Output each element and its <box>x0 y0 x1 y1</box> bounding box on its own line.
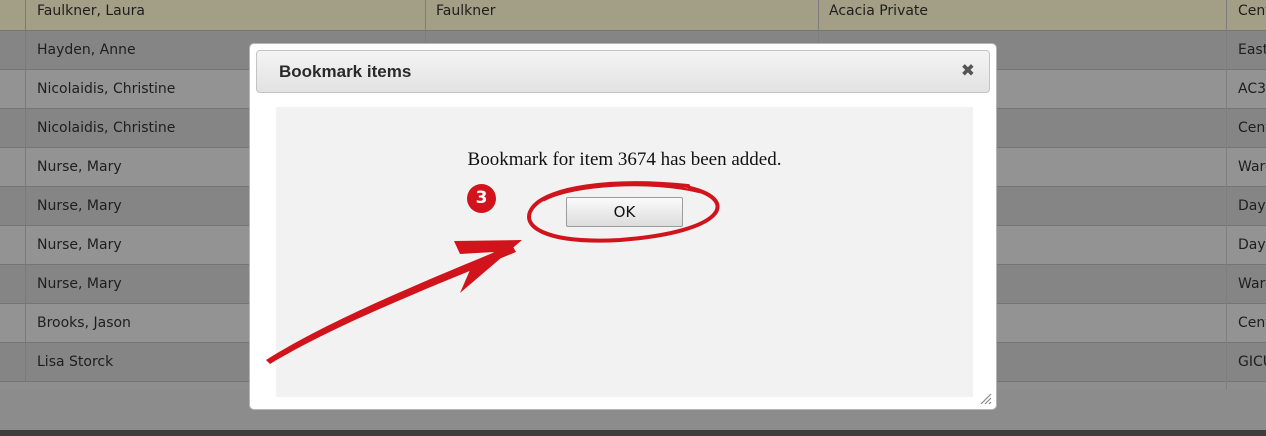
cell-col4: Cent <box>1238 3 1266 19</box>
resize-handle-icon[interactable] <box>978 391 992 405</box>
dialog-content: Bookmark for item 3674 has been added. O… <box>276 107 973 397</box>
confirmation-message: Bookmark for item 3674 has been added. <box>467 149 782 170</box>
cell-col4: East <box>1238 42 1266 58</box>
cell-col4: Day p <box>1238 198 1266 214</box>
row-gutter <box>0 265 26 303</box>
row-gutter <box>0 31 26 69</box>
row-gutter <box>0 343 26 381</box>
bookmark-dialog: Bookmark items ✖ Bookmark for item 3674 … <box>249 43 997 410</box>
cell-col4: Ward <box>1238 159 1266 175</box>
cell-col4: Ward <box>1238 276 1266 292</box>
dialog-title: Bookmark items <box>279 62 412 81</box>
table-row[interactable]: Faulkner, Laura Faulkner Acacia Private … <box>0 0 1266 31</box>
cell-name: Faulkner, Laura <box>37 3 145 19</box>
cell-col4: Day p <box>1238 237 1266 253</box>
row-gutter <box>0 226 26 264</box>
row-gutter <box>0 187 26 225</box>
close-icon[interactable]: ✖ <box>961 51 975 92</box>
row-gutter <box>0 0 26 30</box>
cell-col3: Acacia Private <box>829 3 929 19</box>
cell-col4: Centr <box>1238 315 1266 331</box>
row-gutter <box>0 148 26 186</box>
ok-button[interactable]: OK <box>566 197 683 227</box>
column-divider <box>1226 0 1227 390</box>
row-gutter <box>0 70 26 108</box>
cell-col2: Faulkner <box>436 3 496 19</box>
row-gutter <box>0 304 26 342</box>
bottom-bar <box>0 430 1266 436</box>
dialog-titlebar[interactable]: Bookmark items ✖ <box>256 50 990 93</box>
cell-col4: AC3 <box>1238 81 1266 97</box>
cell-col4: Centr <box>1238 120 1266 136</box>
row-gutter <box>0 109 26 147</box>
step-number-badge: 3 <box>467 184 496 213</box>
cell-col4: GICU <box>1238 354 1266 370</box>
